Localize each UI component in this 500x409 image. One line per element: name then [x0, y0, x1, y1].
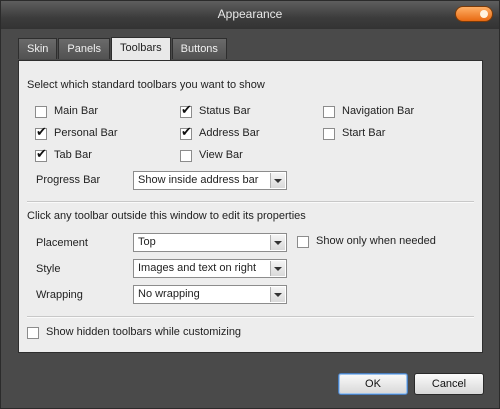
tab-panels[interactable]: Panels — [58, 38, 111, 59]
progress-bar-label: Progress Bar — [36, 174, 101, 186]
wrapping-select[interactable]: No wrapping — [133, 285, 287, 304]
show-only-when-needed-label: Show only when needed — [316, 235, 436, 247]
check-icon: ✔ — [36, 124, 47, 139]
close-button[interactable] — [455, 6, 493, 22]
show-hidden-toolbars-label: Show hidden toolbars while customizing — [46, 326, 242, 338]
chevron-down-icon — [270, 173, 285, 188]
address-bar-checkbox[interactable]: ✔ — [180, 124, 192, 140]
placement-value: Top — [138, 236, 156, 248]
status-bar-label: Status Bar — [199, 105, 251, 117]
divider — [27, 201, 474, 203]
tab-buttons[interactable]: Buttons — [171, 38, 227, 59]
personal-bar-label: Personal Bar — [54, 127, 118, 139]
status-bar-checkbox[interactable]: ✔ — [180, 102, 192, 118]
tab-toolbars[interactable]: Toolbars — [111, 37, 171, 60]
wrapping-value: No wrapping — [138, 288, 200, 300]
chevron-down-icon — [270, 261, 285, 276]
tab-bar-label: Tab Bar — [54, 149, 92, 161]
close-icon — [480, 10, 488, 18]
style-value: Images and text on right — [138, 262, 257, 274]
main-bar-label: Main Bar — [54, 105, 99, 117]
address-bar-label: Address Bar — [199, 127, 260, 139]
ok-button[interactable]: OK — [338, 373, 408, 395]
title-bar[interactable]: Appearance — [1, 1, 499, 29]
show-only-when-needed-checkbox[interactable] — [297, 236, 309, 248]
toolbars-heading: Select which standard toolbars you want … — [27, 79, 265, 91]
chevron-down-icon — [270, 235, 285, 250]
window-title: Appearance — [217, 7, 283, 21]
progress-bar-value: Show inside address bar — [138, 174, 259, 186]
start-bar-label: Start Bar — [342, 127, 386, 139]
tab-strip: Skin Panels Toolbars Buttons — [18, 37, 228, 60]
chevron-down-icon — [270, 287, 285, 302]
check-icon: ✔ — [181, 102, 192, 117]
placement-select[interactable]: Top — [133, 233, 287, 252]
toolbars-panel: Select which standard toolbars you want … — [18, 60, 483, 353]
personal-bar-checkbox[interactable]: ✔ — [35, 124, 47, 140]
wrapping-label: Wrapping — [36, 289, 83, 301]
placement-label: Placement — [36, 237, 88, 249]
cancel-button[interactable]: Cancel — [414, 373, 484, 395]
view-bar-label: View Bar — [199, 149, 243, 161]
navigation-bar-checkbox[interactable] — [323, 106, 335, 118]
style-label: Style — [36, 263, 61, 275]
main-bar-checkbox[interactable] — [35, 106, 47, 118]
divider — [27, 316, 474, 318]
check-icon: ✔ — [181, 124, 192, 139]
view-bar-checkbox[interactable] — [180, 150, 192, 162]
show-hidden-toolbars-checkbox[interactable] — [27, 327, 39, 339]
appearance-dialog: Appearance Skin Panels Toolbars Buttons … — [0, 0, 500, 409]
style-select[interactable]: Images and text on right — [133, 259, 287, 278]
check-icon: ✔ — [36, 146, 47, 161]
start-bar-checkbox[interactable] — [323, 128, 335, 140]
navigation-bar-label: Navigation Bar — [342, 105, 415, 117]
progress-bar-select[interactable]: Show inside address bar — [133, 171, 287, 190]
properties-heading: Click any toolbar outside this window to… — [27, 210, 306, 222]
tab-skin[interactable]: Skin — [18, 38, 58, 59]
tab-bar-checkbox[interactable]: ✔ — [35, 146, 47, 162]
